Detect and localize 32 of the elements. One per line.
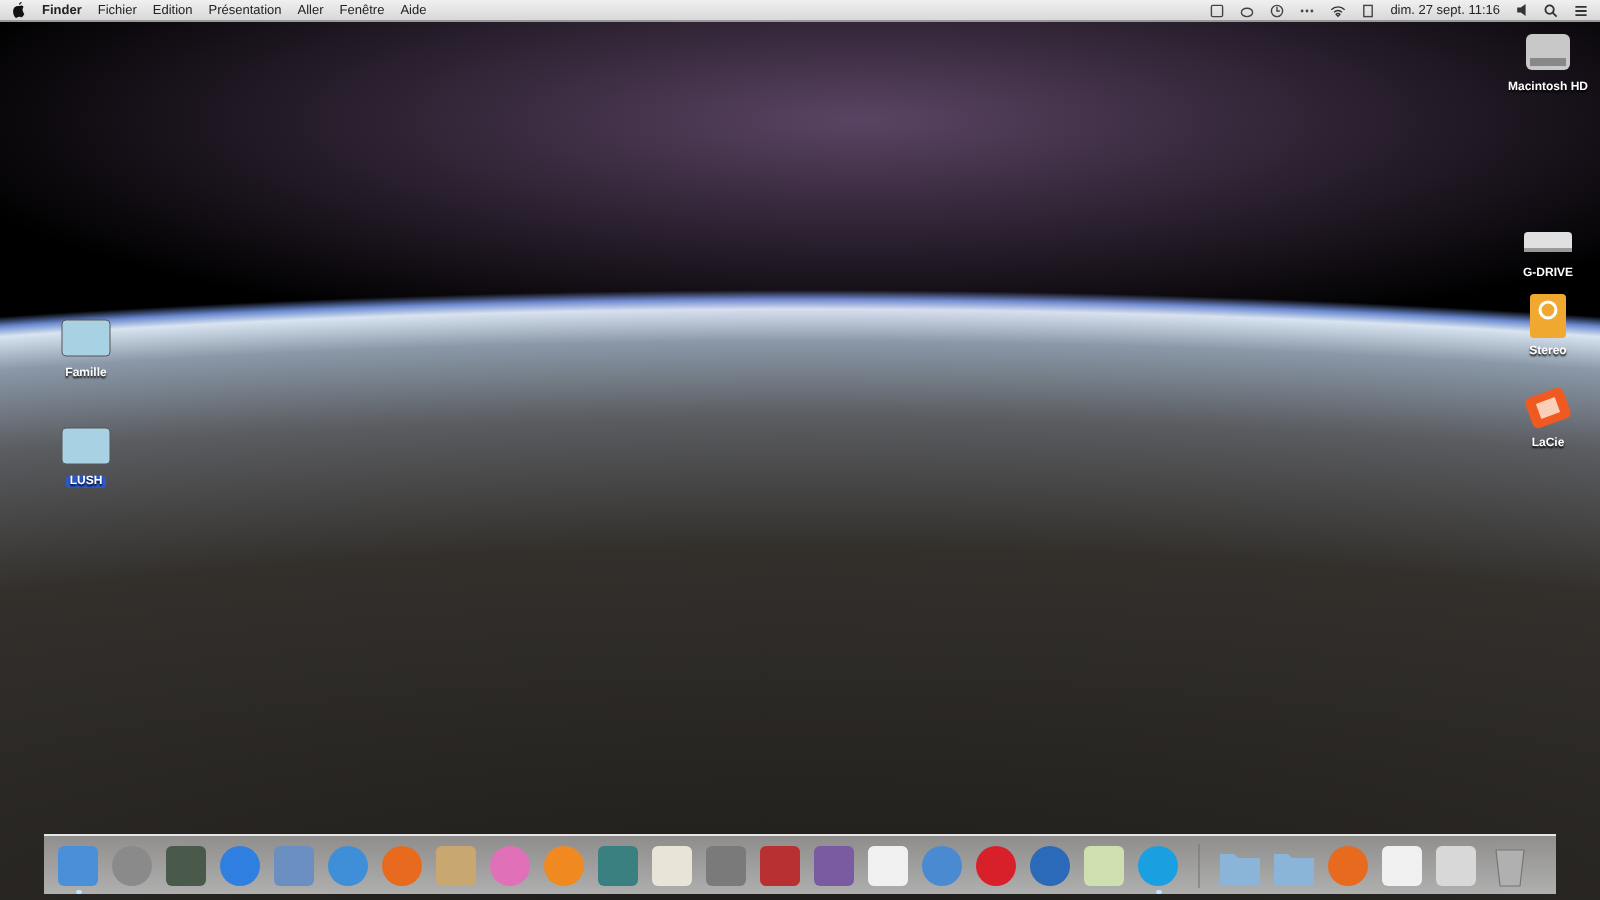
app-icon[interactable] [1028, 844, 1072, 888]
app-icon[interactable] [704, 844, 748, 888]
app-icon[interactable] [1136, 844, 1180, 888]
app-icon[interactable] [1434, 844, 1478, 888]
app-icon[interactable] [920, 844, 964, 888]
app-icon[interactable] [110, 844, 154, 888]
app-icon[interactable] [56, 844, 100, 888]
status-icon[interactable] [1210, 3, 1225, 17]
clock-icon[interactable] [1270, 3, 1285, 17]
apple-icon[interactable] [12, 2, 26, 18]
app-icon[interactable] [812, 844, 856, 888]
app-icon[interactable] [164, 844, 208, 888]
app-icon[interactable] [758, 844, 802, 888]
app-icon[interactable] [272, 844, 316, 888]
app-icon[interactable] [488, 844, 532, 888]
search-icon[interactable] [1544, 3, 1558, 17]
app-icon[interactable] [650, 844, 694, 888]
app-icon[interactable] [434, 844, 478, 888]
app-icon[interactable] [866, 844, 910, 888]
app-icon[interactable] [974, 844, 1018, 888]
app-icon[interactable] [1380, 844, 1424, 888]
app-icon[interactable] [596, 844, 640, 888]
app-icon[interactable] [542, 844, 586, 888]
app-icon[interactable] [1082, 844, 1126, 888]
list-icon[interactable] [1574, 3, 1588, 17]
wifi-icon[interactable] [1330, 3, 1347, 17]
app-icon[interactable] [326, 844, 370, 888]
ellipsis-icon[interactable] [1300, 7, 1315, 13]
app-icon[interactable] [380, 844, 424, 888]
volume-icon[interactable] [1516, 4, 1528, 16]
app-icon[interactable] [1326, 844, 1370, 888]
app-icon[interactable] [218, 844, 262, 888]
